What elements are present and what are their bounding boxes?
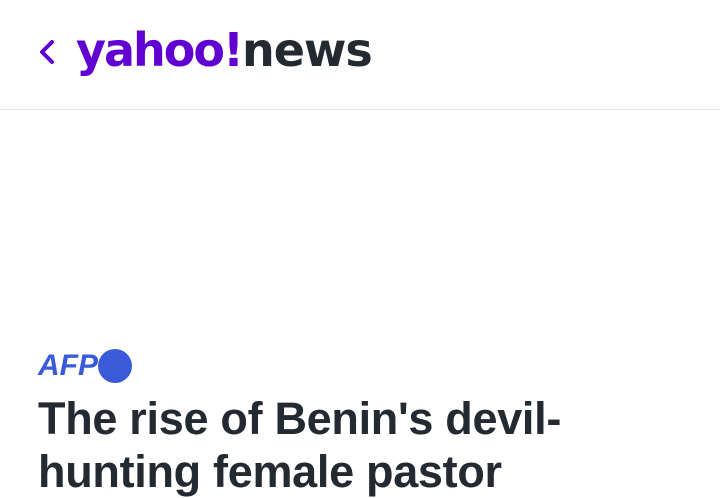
publisher-name: AFP <box>38 349 98 382</box>
back-button[interactable] <box>34 34 64 70</box>
yahoo-news-logo[interactable]: yahoo! news <box>76 10 373 90</box>
logo-news-text: news <box>241 23 373 77</box>
chevron-left-icon <box>40 40 54 64</box>
publisher-dot-icon <box>98 349 132 383</box>
app-header: yahoo! news <box>0 0 720 110</box>
publisher-logo: AFP <box>38 347 132 385</box>
logo-yahoo-text: yahoo! <box>76 23 244 77</box>
article-headline: The rise of Benin's devil-hunting female… <box>38 393 562 497</box>
